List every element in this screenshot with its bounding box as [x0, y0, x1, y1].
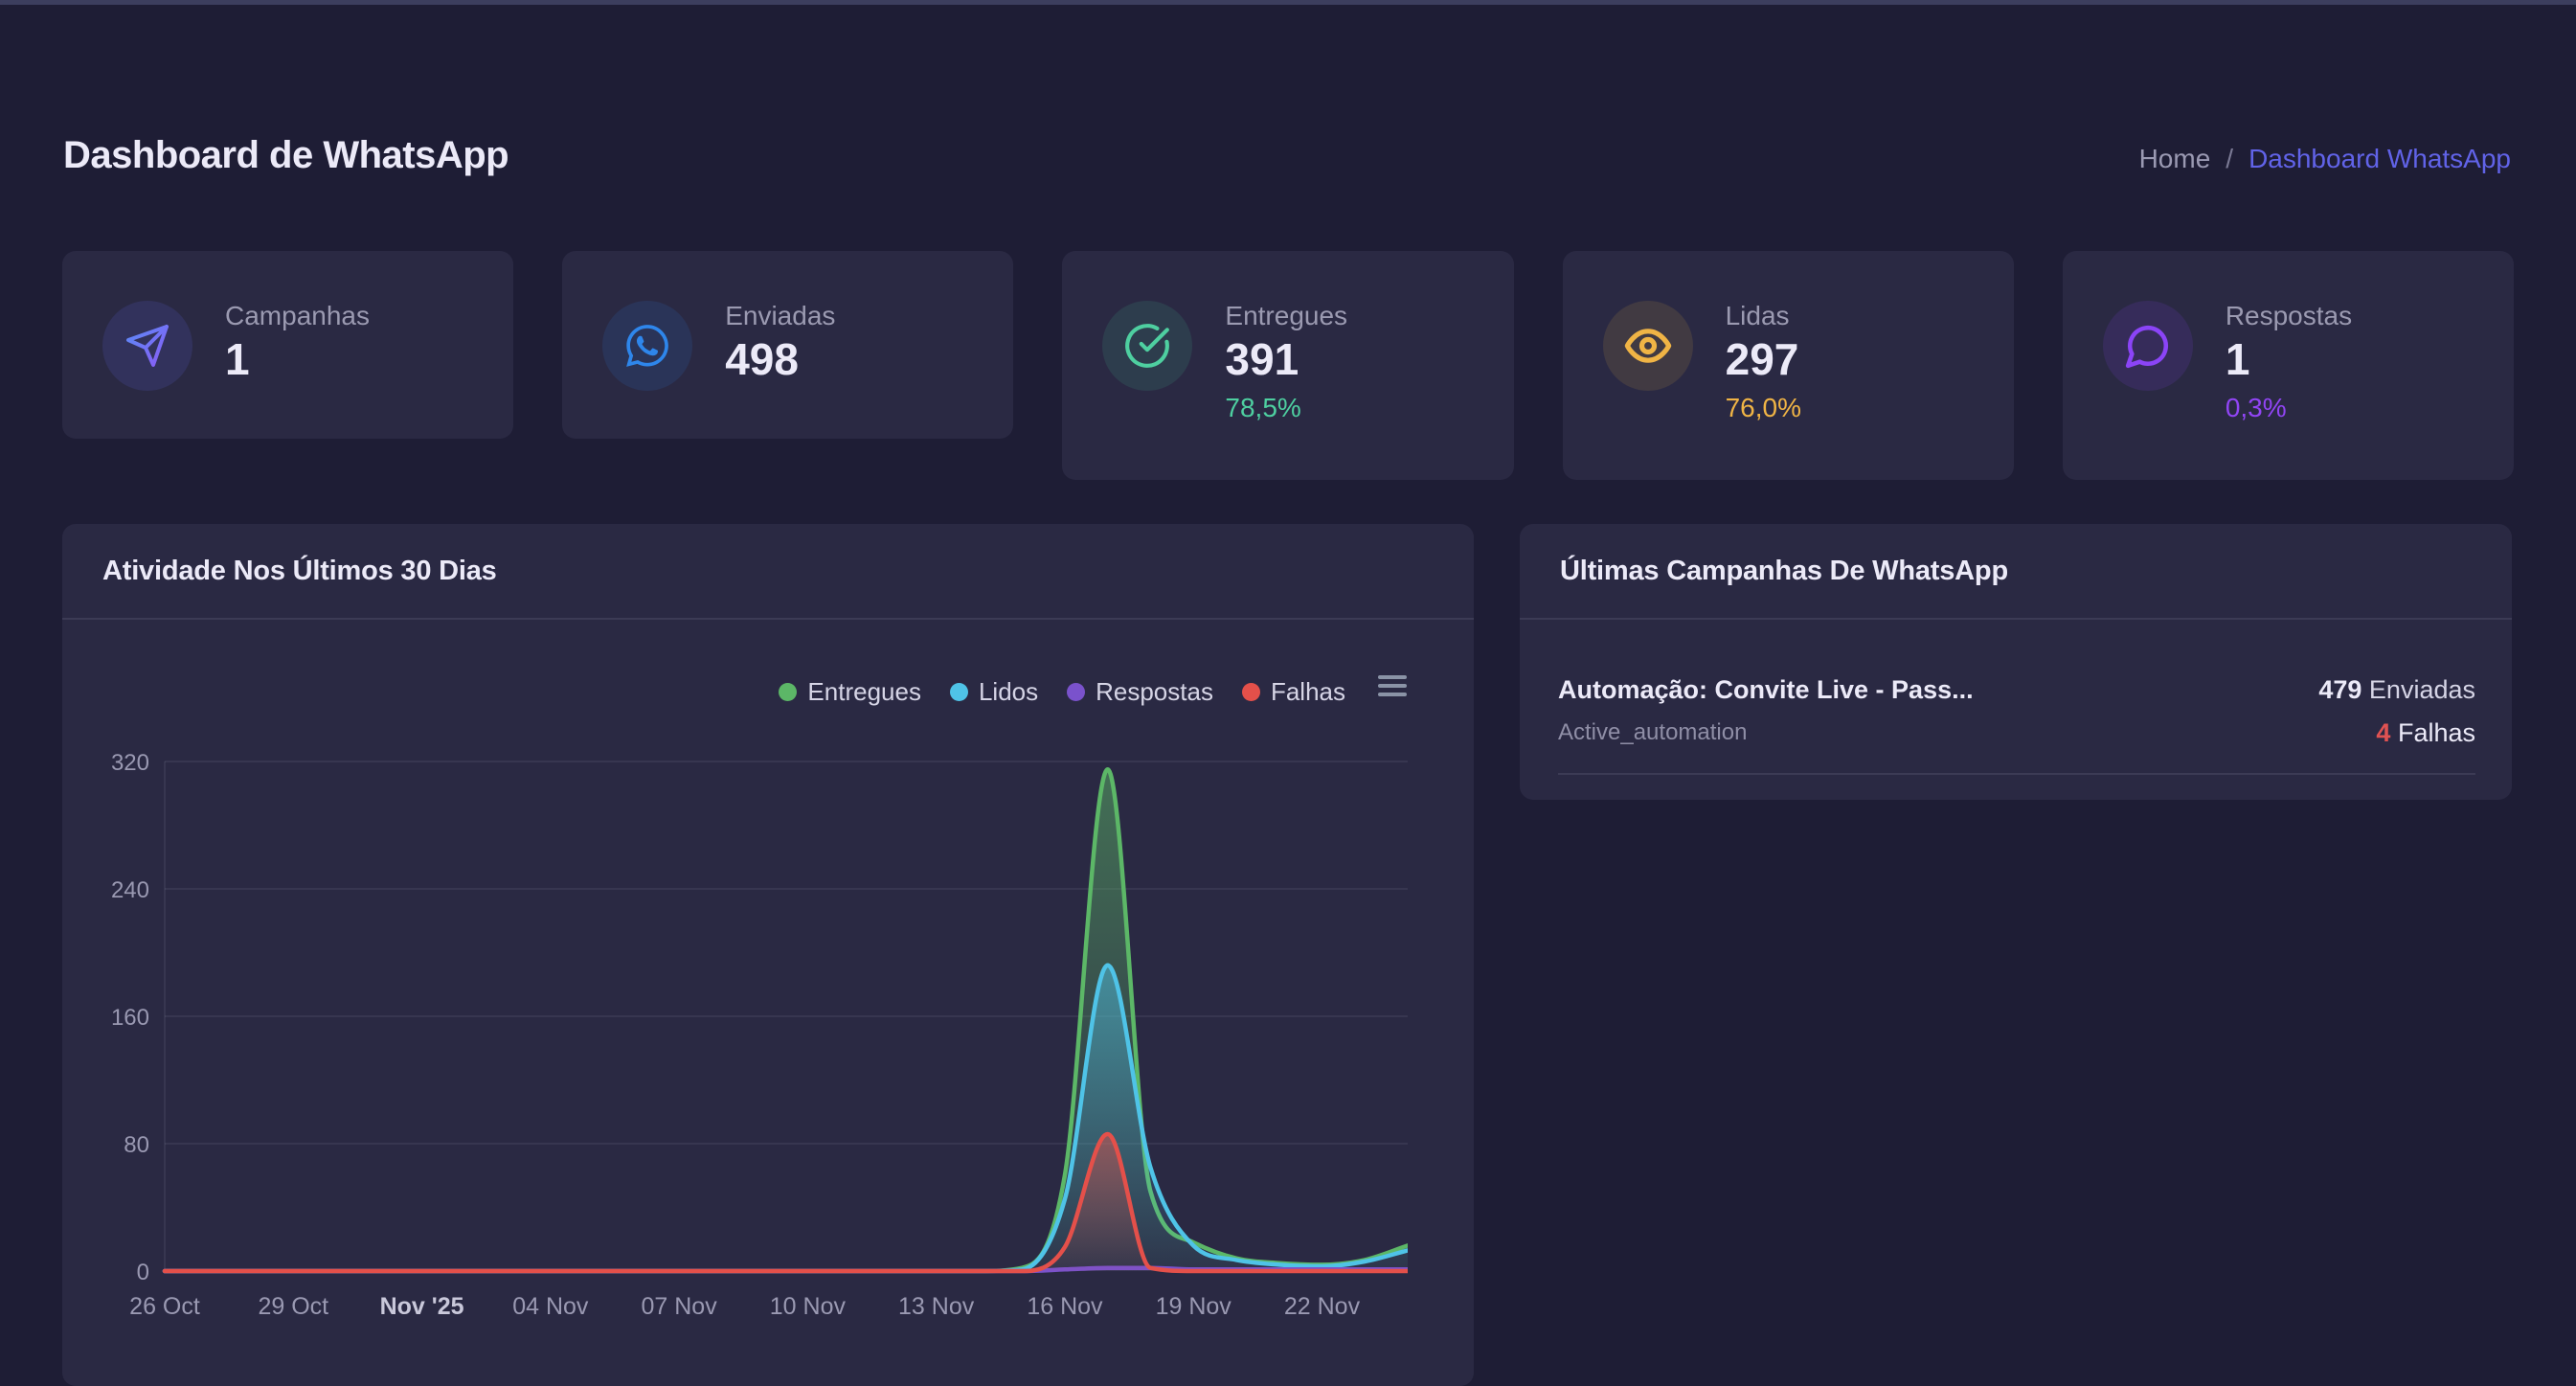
campaign-sent-label: Enviadas: [2369, 675, 2475, 704]
stat-label: Enviadas: [725, 299, 835, 333]
legend-dot: [1067, 683, 1085, 701]
breadcrumb-current-link[interactable]: Dashboard WhatsApp: [2248, 144, 2511, 174]
campaign-failed-label: Falhas: [2398, 718, 2475, 747]
stat-card-enviadas: Enviadas 498: [562, 251, 1013, 439]
stat-label: Entregues: [1225, 299, 1347, 333]
campaigns-card: Últimas Campanhas De WhatsApp Automação:…: [1520, 524, 2512, 800]
campaign-failed-stat: 4 Falhas: [2318, 718, 2475, 747]
whatsapp-icon: [602, 301, 692, 391]
svg-text:0: 0: [137, 1260, 149, 1285]
activity-area-chart: 0 80 160 240 320 26 Oct 29 Oct Nov '25 04 Nov 07 …: [101, 738, 1408, 1341]
svg-text:240: 240: [111, 877, 149, 903]
svg-text:22 Nov: 22 Nov: [1284, 1293, 1361, 1320]
campaign-failed-value: 4: [2376, 718, 2390, 747]
stat-value: 297: [1726, 333, 1801, 385]
breadcrumb-home-link[interactable]: Home: [2139, 144, 2211, 174]
stat-percentage: 78,5%: [1225, 389, 1347, 427]
campaigns-card-header: Últimas Campanhas De WhatsApp: [1520, 524, 2512, 620]
legend-label: Lidos: [979, 677, 1038, 707]
svg-text:07 Nov: 07 Nov: [641, 1293, 717, 1320]
stat-card-campanhas: Campanhas 1: [62, 251, 513, 439]
campaign-sent-value: 479: [2318, 675, 2361, 704]
campaign-sent-stat: 479 Enviadas: [2318, 673, 2475, 706]
activity-card-title: Atividade Nos Últimos 30 Dias: [102, 556, 497, 587]
breadcrumb: Home / Dashboard WhatsApp: [2139, 144, 2511, 174]
breadcrumb-separator: /: [2226, 144, 2233, 174]
svg-text:Nov '25: Nov '25: [380, 1293, 464, 1320]
stat-label: Lidas: [1726, 299, 1801, 333]
legend-label: Entregues: [807, 677, 921, 707]
legend-item-falhas[interactable]: Falhas: [1242, 677, 1345, 707]
stat-card-respostas: Respostas 1 0,3%: [2063, 251, 2514, 480]
legend-dot: [950, 683, 968, 701]
window-top-edge: [0, 0, 2576, 5]
legend-dot: [779, 683, 797, 701]
legend-dot: [1242, 683, 1260, 701]
campaign-subtitle: Active_automation: [1558, 718, 1974, 747]
svg-text:04 Nov: 04 Nov: [512, 1293, 589, 1320]
stat-card-lidas: Lidas 297 76,0%: [1563, 251, 2014, 480]
page-title: Dashboard de WhatsApp: [63, 134, 508, 177]
activity-chart-card: Atividade Nos Últimos 30 Dias Entregues L…: [62, 524, 1474, 1386]
campaigns-card-title: Últimas Campanhas De WhatsApp: [1560, 556, 2008, 587]
legend-label: Falhas: [1271, 677, 1345, 707]
svg-text:26 Oct: 26 Oct: [129, 1293, 200, 1320]
legend-item-entregues[interactable]: Entregues: [779, 677, 921, 707]
activity-card-header: Atividade Nos Últimos 30 Dias: [62, 524, 1474, 620]
eye-icon: [1603, 301, 1693, 391]
svg-text:80: 80: [124, 1132, 149, 1158]
campaign-name: Automação: Convite Live - Pass...: [1558, 673, 1974, 706]
stats-row: Campanhas 1 Enviadas 498 Entregues 391 7…: [62, 251, 2514, 480]
stat-percentage: 0,3%: [2226, 389, 2352, 427]
svg-text:16 Nov: 16 Nov: [1027, 1293, 1103, 1320]
hamburger-menu-icon[interactable]: [1378, 675, 1407, 696]
legend-item-lidos[interactable]: Lidos: [950, 677, 1038, 707]
legend-item-respostas[interactable]: Respostas: [1067, 677, 1213, 707]
campaign-item-divider: [1558, 773, 2475, 775]
campaign-list-item[interactable]: Automação: Convite Live - Pass... Active…: [1520, 620, 2512, 775]
chat-bubble-icon: [2103, 301, 2193, 391]
stat-value: 498: [725, 333, 835, 385]
chart-legend: Entregues Lidos Respostas Falhas: [779, 677, 1407, 707]
svg-text:10 Nov: 10 Nov: [770, 1293, 847, 1320]
send-icon: [102, 301, 192, 391]
stat-label: Respostas: [2226, 299, 2352, 333]
stat-percentage: 76,0%: [1726, 389, 1801, 427]
legend-label: Respostas: [1096, 677, 1213, 707]
stat-label: Campanhas: [225, 299, 370, 333]
svg-text:160: 160: [111, 1005, 149, 1031]
svg-text:13 Nov: 13 Nov: [898, 1293, 975, 1320]
svg-text:29 Oct: 29 Oct: [258, 1293, 328, 1320]
stat-value: 1: [225, 333, 370, 385]
svg-text:320: 320: [111, 750, 149, 776]
svg-text:19 Nov: 19 Nov: [1156, 1293, 1232, 1320]
stat-card-entregues: Entregues 391 78,5%: [1062, 251, 1513, 480]
stat-value: 1: [2226, 333, 2352, 385]
check-circle-icon: [1102, 301, 1192, 391]
stat-value: 391: [1225, 333, 1347, 385]
